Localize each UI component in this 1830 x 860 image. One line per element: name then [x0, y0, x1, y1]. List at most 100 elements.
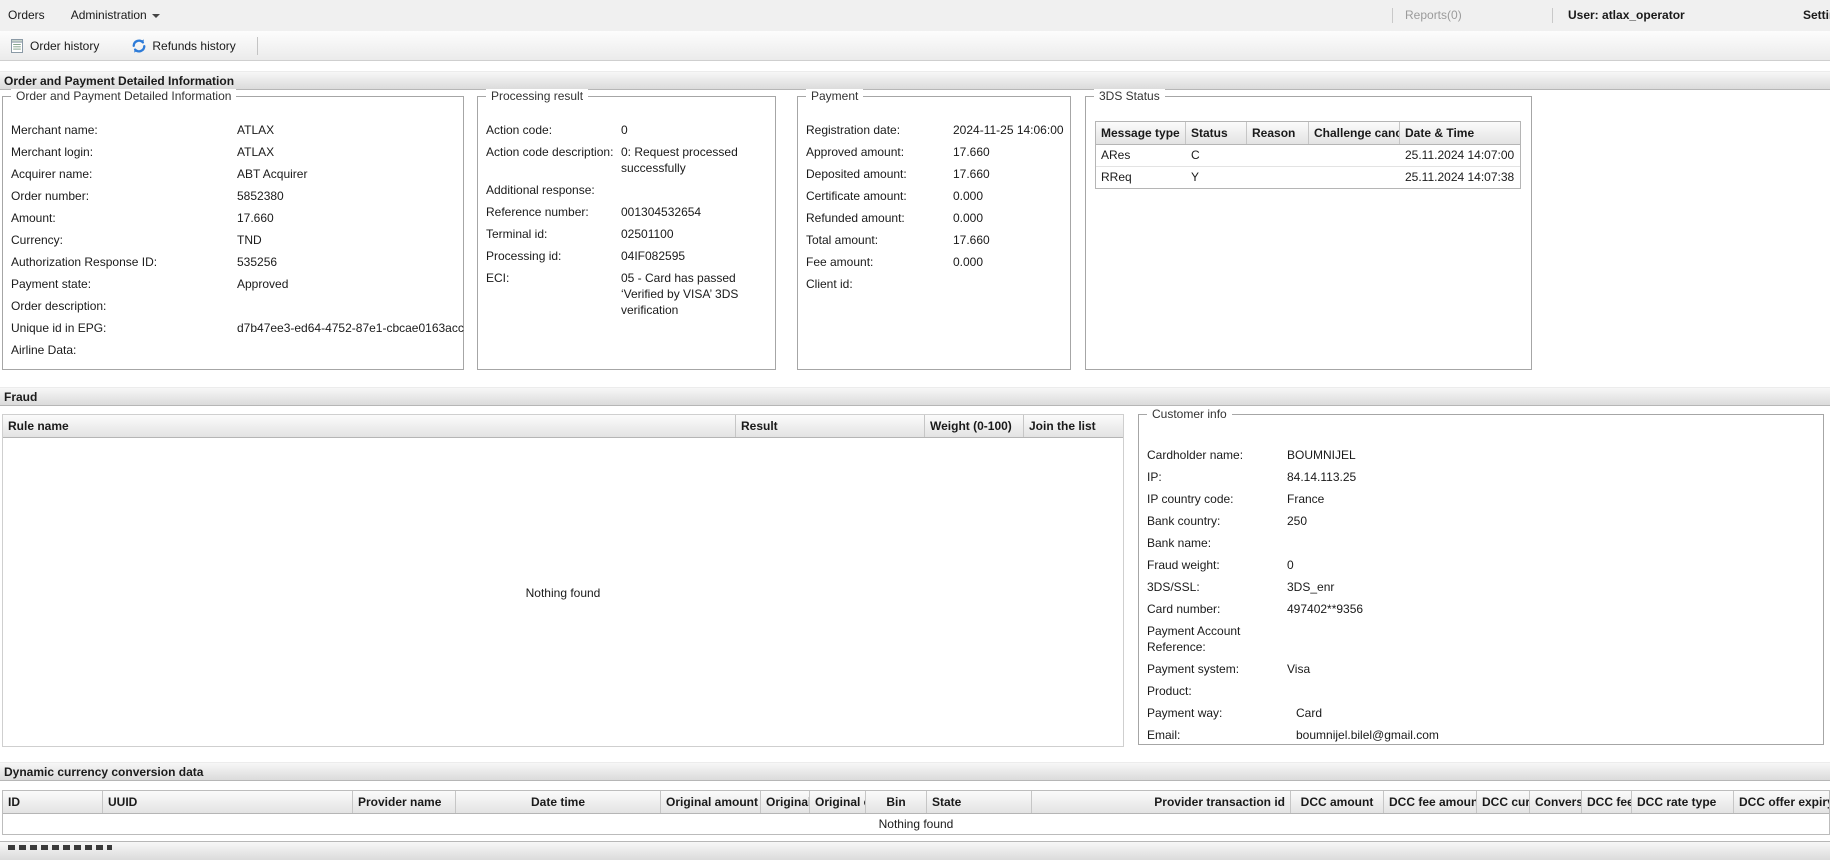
section-header-main: Order and Payment Detailed Information — [0, 71, 1830, 90]
dcc-col-dcc-curr[interactable]: DCC curr — [1477, 791, 1530, 813]
field-currency: Currency: TND — [11, 233, 262, 247]
field-processing-id: Processing id: 04IF082595 — [486, 249, 686, 263]
field-unique-id-epg: Unique id in EPG: d7b47ee3-ed64-4752-87e1… — [11, 321, 464, 335]
field-acquirer-name: Acquirer name: ABT Acquirer — [11, 167, 308, 181]
field-action-code: Action code: 0 — [486, 123, 628, 137]
section-header-fraud: Fraud — [0, 387, 1830, 406]
menu-orders[interactable]: Orders — [0, 0, 58, 31]
dcc-col-conversi[interactable]: Conversi — [1530, 791, 1582, 813]
customer-info-fieldset: Customer info Cardholder name: BOUMNIJEL … — [1138, 407, 1824, 745]
dcc-col-dcc-fee[interactable]: DCC fee — [1582, 791, 1632, 813]
menubar-separator — [1552, 8, 1553, 23]
dcc-col-uuid[interactable]: UUID — [103, 791, 353, 813]
dcc-col-dcc-amount[interactable]: DCC amount — [1291, 791, 1384, 813]
field-ip-country-code: IP country code: France — [1147, 492, 1325, 506]
field-merchant-login: Merchant login: ATLAX — [11, 145, 275, 159]
field-client-id: Client id: — [806, 277, 853, 291]
processing-result-fieldset: Processing result Action code: 0 Action c… — [477, 89, 776, 370]
dcc-col-state[interactable]: State — [927, 791, 1032, 813]
field-auth-response-id: Authorization Response ID: 535256 — [11, 255, 278, 269]
field-bank-country: Bank country: 250 — [1147, 514, 1308, 528]
menubar-separator — [1392, 8, 1393, 23]
payment-legend: Payment — [806, 89, 864, 103]
field-payment-system: Payment system: Visa — [1147, 662, 1311, 676]
three-ds-fieldset: 3DS Status Message type Status Reason Ch… — [1085, 89, 1532, 370]
dcc-col-date-time[interactable]: Date time — [456, 791, 661, 813]
field-additional-response: Additional response: — [486, 183, 595, 197]
processing-result-legend: Processing result — [486, 89, 589, 103]
field-reference-number: Reference number: 001304532654 — [486, 205, 702, 219]
dcc-col-dcc-rate-type[interactable]: DCC rate type — [1632, 791, 1734, 813]
dcc-col-original-c[interactable]: Original c — [810, 791, 866, 813]
three-ds-row[interactable]: RReq Y 25.11.2024 14:07:38 — [1096, 167, 1520, 188]
fraud-col-rule-name[interactable]: Rule name — [3, 415, 736, 437]
field-ip: IP: 84.14.113.25 — [1147, 470, 1357, 484]
order-info-fieldset: Order and Payment Detailed Information M… — [2, 89, 464, 370]
field-certificate-amount: Certificate amount: 0.000 — [806, 189, 984, 203]
field-total-amount: Total amount: 17.660 — [806, 233, 990, 247]
three-ds-table: Message type Status Reason Challenge can… — [1095, 121, 1521, 189]
dcc-table: ID UUID Provider name Date time Original… — [2, 790, 1830, 835]
toolbar-separator — [256, 36, 258, 55]
dcc-col-provider-name[interactable]: Provider name — [353, 791, 456, 813]
refunds-history-label: Refunds history — [152, 38, 236, 53]
menu-administration[interactable]: Administration — [58, 0, 173, 31]
field-refunded-amount: Refunded amount: 0.000 — [806, 211, 984, 225]
fraud-col-weight[interactable]: Weight (0-100) — [925, 415, 1024, 437]
dcc-col-dcc-fee-amount[interactable]: DCC fee amount — [1384, 791, 1477, 813]
field-3ds-ssl: 3DS/SSL: 3DS_enr — [1147, 580, 1335, 594]
section-header-dcc: Dynamic currency conversion data — [0, 762, 1830, 781]
field-bank-name: Bank name: — [1147, 536, 1212, 550]
field-registration-date: Registration date: 2024-11-25 14:06:00 — [806, 123, 1064, 137]
field-payment-way: Payment way: Card — [1147, 706, 1323, 720]
field-terminal-id: Terminal id: 02501100 — [486, 227, 674, 241]
order-info-legend: Order and Payment Detailed Information — [11, 89, 237, 103]
fraud-col-join-the-list[interactable]: Join the list — [1024, 415, 1123, 437]
field-card-number: Card number: 497402**9356 — [1147, 602, 1364, 616]
menu-bar: Orders Administration Reports(0) User: a… — [0, 0, 1830, 32]
field-approved-amount: Approved amount: 17.660 — [806, 145, 990, 159]
field-amount: Amount: 17.660 — [11, 211, 274, 225]
field-order-number: Order number: 5852380 — [11, 189, 284, 203]
field-order-description: Order description: — [11, 299, 107, 313]
refunds-history-button[interactable]: Refunds history — [124, 34, 242, 58]
field-fraud-weight: Fraud weight: 0 — [1147, 558, 1294, 572]
dcc-col-id[interactable]: ID — [3, 791, 103, 813]
menu-reports[interactable]: Reports(0) — [1405, 0, 1462, 31]
fraud-empty-state: Nothing found — [525, 586, 601, 600]
order-history-button[interactable]: Order history — [2, 34, 106, 58]
dcc-empty-state: Nothing found — [3, 814, 1829, 835]
field-fee-amount: Fee amount: 0.000 — [806, 255, 984, 269]
field-email: Email: boumnijel.bilel@gmail.com — [1147, 728, 1439, 742]
three-ds-col-date-time[interactable]: Date & Time — [1400, 122, 1518, 144]
field-cardholder-name: Cardholder name: BOUMNIJEL — [1147, 448, 1356, 462]
fraud-table: Rule name Result Weight (0-100) Join the… — [2, 414, 1124, 747]
three-ds-col-reason[interactable]: Reason — [1247, 122, 1309, 144]
payment-fieldset: Payment Registration date: 2024-11-25 14:… — [797, 89, 1071, 370]
dcc-col-dcc-offer-expiry[interactable]: DCC offer expiry — [1734, 791, 1829, 813]
customer-info-legend: Customer info — [1147, 407, 1232, 421]
fraud-col-result[interactable]: Result — [736, 415, 925, 437]
field-action-code-description: Action code description: 0: Request proce… — [486, 145, 738, 175]
dcc-col-original-amount[interactable]: Original amount — [661, 791, 761, 813]
refunds-history-icon — [131, 38, 147, 54]
dcc-col-bin[interactable]: Bin — [866, 791, 927, 813]
toolbar: Order history Refunds history — [0, 31, 1830, 61]
current-user-label: User: atlax_operator — [1568, 8, 1685, 22]
order-history-icon — [9, 38, 25, 54]
field-eci: ECI: 05 - Card has passed ‘Verified by VI… — [486, 271, 739, 317]
field-merchant-name: Merchant name: ATLAX — [11, 123, 275, 137]
three-ds-col-status[interactable]: Status — [1186, 122, 1247, 144]
order-history-label: Order history — [30, 38, 100, 53]
field-payment-account-reference: Payment Account Reference: — [1147, 624, 1241, 654]
chevron-down-icon — [151, 13, 160, 18]
three-ds-row[interactable]: ARes C 25.11.2024 14:07:00 — [1096, 145, 1520, 167]
dcc-col-provider-transaction-id[interactable]: Provider transaction id — [1032, 791, 1291, 813]
clipped-section-band — [0, 841, 1830, 860]
field-payment-state: Payment state: Approved — [11, 277, 289, 291]
field-airline-data: Airline Data: — [11, 343, 77, 357]
dcc-col-original-f[interactable]: Original f — [761, 791, 810, 813]
three-ds-col-message-type[interactable]: Message type — [1096, 122, 1186, 144]
menu-settings[interactable]: Settings — [1803, 0, 1830, 31]
three-ds-col-challenge-cancel[interactable]: Challenge cancel — [1309, 122, 1400, 144]
